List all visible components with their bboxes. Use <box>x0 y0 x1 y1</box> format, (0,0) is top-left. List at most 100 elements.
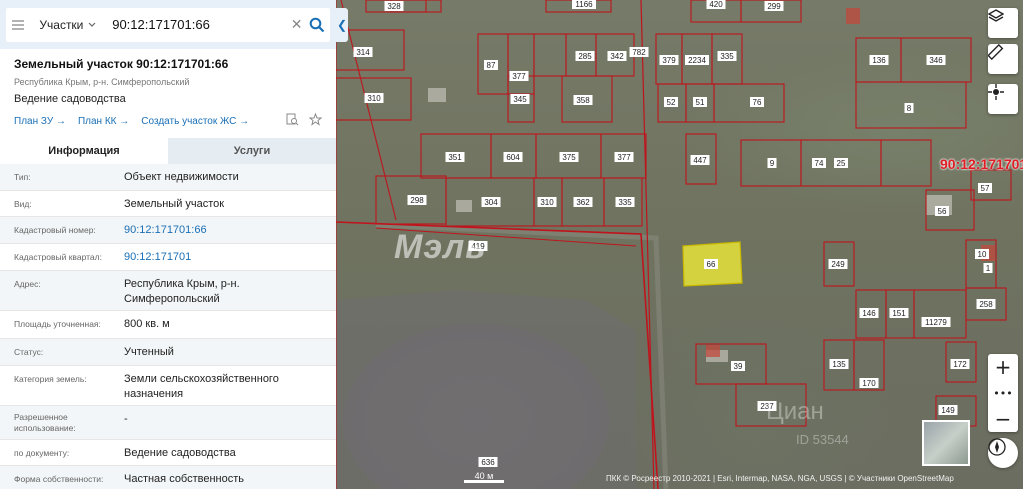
category-select[interactable]: Участки <box>29 18 104 32</box>
collapse-panel-button[interactable]: ❮ <box>336 8 348 42</box>
info-row: Статус: Учтенный <box>0 339 336 366</box>
map-attribution: ПКК © Росреестр 2010-2021 | Esri, Interm… <box>606 474 954 483</box>
plot-number: 298 <box>410 196 424 205</box>
compass-icon <box>988 438 1006 456</box>
cadastral-map[interactable]: 328 1166 420 299 314 87 377 285 342 782 379 2234 335… <box>336 0 1023 489</box>
plot-number: 39 <box>734 362 743 371</box>
category-select-value: Участки <box>39 17 84 32</box>
plot-number: 335 <box>618 198 632 207</box>
row-key: по документу: <box>14 448 70 458</box>
info-row: Форма собственности: Частная собственнос… <box>0 466 336 489</box>
info-row: Адрес: Республика Крым, р-н. Симферополь… <box>0 271 336 311</box>
info-table: Тип: Объект недвижимости Вид: Земельный … <box>0 164 336 489</box>
plot-number: 258 <box>979 300 993 309</box>
cadastral-quarter-link[interactable]: 90:12:171701 <box>124 244 322 270</box>
hamburger-icon <box>11 19 24 30</box>
quarter-boundary <box>640 0 655 489</box>
minimap[interactable] <box>922 420 970 466</box>
row-value: 800 кв. м <box>124 318 170 330</box>
row-value: Объект недвижимости <box>124 171 239 183</box>
star-icon[interactable] <box>308 112 323 129</box>
compass-button[interactable] <box>988 438 1018 468</box>
plot-number: 328 <box>387 2 401 11</box>
plot-number: 151 <box>892 309 906 318</box>
info-row: по документу: Ведение садоводства <box>0 440 336 466</box>
plot-number: 362 <box>576 198 590 207</box>
roof <box>706 345 720 357</box>
document-search-icon[interactable] <box>286 113 299 129</box>
plot-number: 249 <box>831 260 845 269</box>
plot-number: 136 <box>872 56 886 65</box>
layers-button[interactable] <box>988 8 1018 38</box>
plot-number: 11279 <box>925 318 947 327</box>
plot-number: 379 <box>662 56 676 65</box>
plot-number: 420 <box>709 0 723 9</box>
quarter-boundary <box>340 0 397 221</box>
info-row: Разрешенное использование: - <box>0 406 336 440</box>
plot-number: 604 <box>506 153 520 162</box>
row-key: Разрешенное использование: <box>14 412 76 433</box>
row-value: Земельный участок <box>124 198 225 210</box>
chevron-down-icon <box>88 22 96 27</box>
chevron-left-icon: ❮ <box>336 18 348 32</box>
search-button[interactable] <box>305 17 330 33</box>
plot-number: 52 <box>667 98 676 107</box>
row-key: Площадь уточненная: <box>14 319 101 329</box>
search-icon <box>310 17 325 32</box>
info-row: Площадь уточненная: 800 кв. м <box>0 311 336 339</box>
plan-kk-link[interactable]: План КК → <box>78 116 129 127</box>
row-key: Тип: <box>14 172 31 182</box>
plot-number: 57 <box>981 184 990 193</box>
plan-zu-link[interactable]: План ЗУ → <box>14 116 66 127</box>
plot-number: 170 <box>862 379 876 388</box>
plot-number: 146 <box>862 309 876 318</box>
panel-tabs: Информация Услуги <box>0 138 336 164</box>
locate-button[interactable] <box>988 84 1018 114</box>
plot-number: 346 <box>929 56 943 65</box>
cadastral-number-link[interactable]: 90:12:171701:66 <box>124 217 322 243</box>
plot-number: 135 <box>832 360 846 369</box>
row-key: Форма собственности: <box>14 474 104 484</box>
plot-number: 149 <box>941 406 955 415</box>
ruler-icon <box>988 44 1004 60</box>
plot-number: 345 <box>513 95 527 104</box>
info-row: Кадастровый номер: 90:12:171701:66 <box>0 217 336 244</box>
row-key: Статус: <box>14 347 44 357</box>
plot-number: 375 <box>562 153 576 162</box>
row-value: Ведение садоводства <box>124 447 236 459</box>
plot-number: 51 <box>696 98 705 107</box>
plot-number: 1166 <box>575 0 593 9</box>
row-value: Частная собственность <box>124 473 245 485</box>
plot-number: 447 <box>693 156 707 165</box>
building <box>428 88 446 102</box>
zoom-in-button[interactable]: + <box>988 354 1018 380</box>
plot-number: 172 <box>953 360 967 369</box>
watermark-cian: Циан <box>766 398 824 425</box>
plot-number: 87 <box>487 61 496 70</box>
plot-number: 377 <box>512 72 526 81</box>
row-value: Республика Крым, р-н. Симферопольский <box>124 278 240 305</box>
zoom-more-button[interactable]: ••• <box>988 380 1018 406</box>
scale-bar: 40 м <box>464 471 504 485</box>
zoom-out-button[interactable]: − <box>988 406 1018 432</box>
plot-number: 76 <box>753 98 762 107</box>
close-icon: ✕ <box>290 16 303 32</box>
parcel-links: План ЗУ → План КК → Создать участок ЖС → <box>14 112 323 129</box>
plot-number: 304 <box>484 198 498 207</box>
plot-number: 74 <box>815 159 824 168</box>
parcel-purpose: Ведение садоводства <box>14 93 126 105</box>
tab-info[interactable]: Информация <box>0 138 168 164</box>
plot-number: 2234 <box>688 56 706 65</box>
parcel-region: Республика Крым, р-н. Симферопольский <box>14 77 190 87</box>
ruler-button[interactable] <box>988 44 1018 74</box>
tab-services[interactable]: Услуги <box>168 138 336 164</box>
menu-button[interactable] <box>6 19 29 31</box>
clear-button[interactable]: ✕ <box>288 16 305 33</box>
plot-number: 351 <box>448 153 462 162</box>
search-input[interactable] <box>104 9 289 40</box>
create-parcel-link[interactable]: Создать участок ЖС → <box>141 116 249 127</box>
watermark-id: ID 53544 <box>796 432 849 447</box>
plot-number: 335 <box>720 52 734 61</box>
row-key: Категория земель: <box>14 374 87 384</box>
search-box: Участки ✕ <box>6 7 330 42</box>
